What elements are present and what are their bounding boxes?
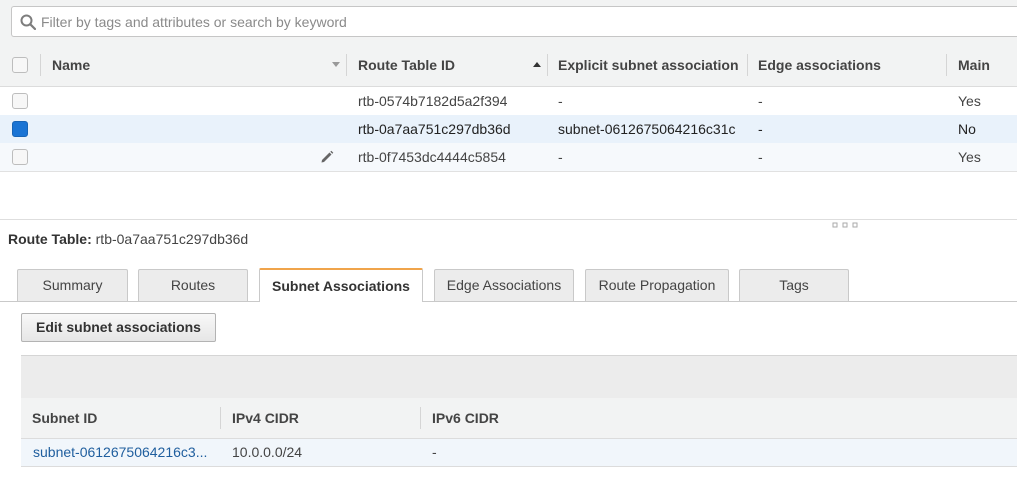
column-header-subnet-id[interactable]: Subnet ID [32,398,217,438]
tab-tags[interactable]: Tags [739,269,849,301]
select-all-checkbox[interactable] [12,57,28,73]
resize-handle-icon[interactable] [832,222,860,228]
row-edge-associations: - [758,149,763,165]
column-header-edge-associations[interactable]: Edge associations [758,44,938,86]
row-edge-associations: - [758,93,763,109]
row-main: Yes [958,149,981,165]
subnet-table-toolbar [21,355,1017,399]
tab-bar-line [0,301,1017,302]
subnet-ipv4-cidr: 10.0.0.0/24 [232,444,303,460]
row-name [52,87,332,115]
panel-divider [0,219,1017,220]
column-header-explicit-subnet[interactable]: Explicit subnet association [558,44,738,86]
subnet-ipv6-cidr: - [432,444,437,460]
column-header-main[interactable]: Main [958,44,1017,86]
row-route-table-id: rtb-0574b7182d5a2f394 [358,93,508,109]
column-header-ipv4-cidr[interactable]: IPv4 CIDR [232,398,417,438]
search-box[interactable] [11,6,1017,37]
subnet-table-row[interactable]: subnet-0612675064216c3... 10.0.0.0/24 - [21,439,1017,467]
tab-summary[interactable]: Summary [17,269,128,301]
detail-title-value: rtb-0a7aa751c297db36d [95,231,249,247]
search-icon [20,14,36,30]
sort-ascending-icon[interactable] [533,61,541,67]
row-checkbox[interactable] [12,93,28,109]
tab-subnet-associations[interactable]: Subnet Associations [259,268,423,302]
row-route-table-id: rtb-0a7aa751c297db36d [358,121,511,137]
sort-caret-down-icon[interactable] [332,62,340,68]
subnet-table-header: Subnet ID IPv4 CIDR IPv6 CIDR [21,398,1017,439]
row-name [52,143,312,171]
row-explicit-association: subnet-0612675064216c31c [558,121,736,137]
pencil-edit-icon[interactable] [320,150,334,164]
column-header-route-table-id[interactable]: Route Table ID [358,44,523,86]
edit-subnet-associations-button[interactable]: Edit subnet associations [21,313,216,342]
search-input[interactable] [41,11,1001,33]
row-name [52,115,332,143]
row-edge-associations: - [758,121,763,137]
table-row-selected[interactable]: rtb-0a7aa751c297db36d subnet-06126750642… [0,115,1017,144]
detail-title-label: Route Table: [8,231,92,247]
tab-edge-associations[interactable]: Edge Associations [434,269,574,301]
row-explicit-association: - [558,93,563,109]
row-route-table-id: rtb-0f7453dc4444c5854 [358,149,506,165]
tab-route-propagation[interactable]: Route Propagation [585,269,729,301]
filter-bar [0,0,1017,45]
row-checkbox-checked[interactable] [12,121,28,137]
route-table-header: Name Route Table ID Explicit subnet asso… [0,44,1017,87]
row-main: No [958,121,976,137]
column-header-name[interactable]: Name [52,44,322,86]
row-explicit-association: - [558,149,563,165]
column-header-ipv6-cidr[interactable]: IPv6 CIDR [432,398,617,438]
detail-title: Route Table: rtb-0a7aa751c297db36d [8,231,248,247]
row-main: Yes [958,93,981,109]
tab-routes[interactable]: Routes [138,269,248,301]
subnet-id-link[interactable]: subnet-0612675064216c3... [33,439,213,466]
row-checkbox[interactable] [12,149,28,165]
table-row[interactable]: rtb-0574b7182d5a2f394 - - Yes [0,87,1017,116]
table-row[interactable]: rtb-0f7453dc4444c5854 - - Yes [0,143,1017,172]
